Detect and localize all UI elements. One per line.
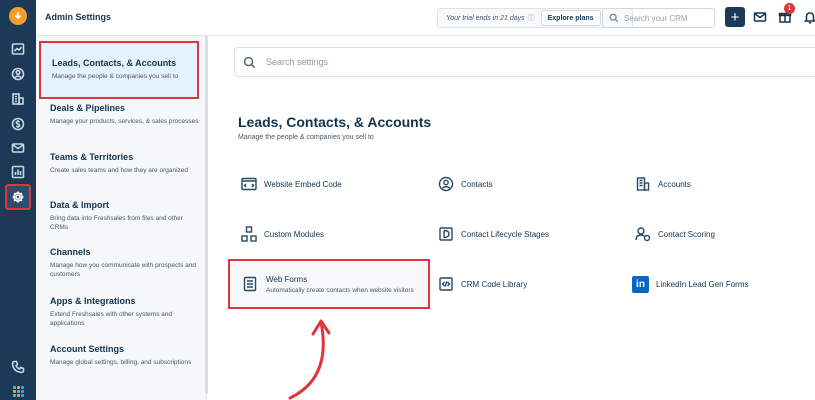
- global-search-input[interactable]: Search your CRM: [602, 8, 715, 28]
- card-label: Accounts: [658, 179, 691, 189]
- card-label: Contact Lifecycle Stages: [461, 229, 550, 239]
- building-icon: [636, 177, 650, 191]
- section-subtitle: Manage the people & companies you sell t…: [238, 134, 374, 141]
- card-label: Contacts: [461, 179, 493, 189]
- app-rail: [0, 0, 36, 400]
- search-icon: [609, 13, 619, 23]
- nav-item-title: Deals & Pipelines: [50, 103, 126, 113]
- page-title: Admin Settings: [45, 12, 112, 22]
- card-label: Contact Scoring: [658, 229, 715, 239]
- card-label: LinkedIn Lead Gen Forms: [656, 280, 749, 289]
- nav-item-desc: Bring data into Freshsales from files an…: [50, 215, 183, 231]
- contact-icon: [438, 176, 454, 192]
- nav-item-title: Account Settings: [50, 344, 125, 354]
- card-contact-lifecycle-stages[interactable]: Contact Lifecycle Stages: [438, 226, 549, 242]
- info-icon[interactable]: ⓘ: [528, 13, 535, 23]
- trial-text: Your trial ends in 21 days: [446, 14, 525, 22]
- accounts-icon[interactable]: [8, 89, 28, 109]
- modules-icon: [241, 226, 257, 242]
- card-accounts[interactable]: Accounts: [635, 176, 691, 192]
- freshsales-logo[interactable]: [9, 7, 27, 25]
- nav-item-channels[interactable]: Channels Manage how you communicate with…: [50, 246, 200, 279]
- mail-icon[interactable]: [753, 10, 767, 24]
- nav-item-desc: Create sales teams and how they are orga…: [50, 167, 189, 174]
- reports-icon[interactable]: [8, 162, 28, 182]
- card-desc: Automatically create contacts when websi…: [266, 286, 414, 294]
- card-custom-modules[interactable]: Custom Modules: [241, 226, 324, 242]
- annotation-arrow: [288, 319, 331, 400]
- settings-search-input[interactable]: Search settings: [234, 47, 815, 77]
- nav-item-title: Data & Import: [50, 200, 110, 210]
- card-crm-code-library[interactable]: CRM Code Library: [438, 276, 527, 292]
- global-search-placeholder: Search your CRM: [624, 13, 688, 23]
- bell-icon[interactable]: [803, 10, 815, 24]
- add-button[interactable]: +: [725, 7, 745, 27]
- nav-item-deals-pipelines[interactable]: Deals & Pipelines Manage your products, …: [50, 102, 200, 126]
- dashboard-icon[interactable]: [8, 39, 28, 59]
- card-website-embed-code[interactable]: Website Embed Code: [241, 176, 342, 192]
- notification-badge: 1: [784, 3, 795, 14]
- top-bar: Admin Settings Your trial ends in 21 day…: [36, 0, 815, 36]
- nav-item-desc: Extend Freshsales with other systems and…: [50, 311, 173, 327]
- nav-item-title: Apps & Integrations: [50, 296, 136, 306]
- card-label: Web Forms: [266, 274, 308, 284]
- search-icon: [243, 56, 256, 68]
- nav-item-title: Channels: [50, 247, 91, 257]
- settings-search-placeholder: Search settings: [266, 57, 329, 67]
- card-linkedin-lead-gen-forms[interactable]: in LinkedIn Lead Gen Forms: [632, 276, 749, 293]
- nav-item-teams-territories[interactable]: Teams & Territories Create sales teams a…: [50, 151, 200, 175]
- contact-scoring-icon: [635, 227, 651, 242]
- lifecycle-icon: [439, 227, 453, 241]
- code-window-icon: [241, 177, 257, 191]
- explore-plans-button[interactable]: Explore plans: [540, 10, 601, 26]
- card-label: CRM Code Library: [461, 279, 528, 289]
- card-label: Website Embed Code: [264, 179, 342, 189]
- section-title: Leads, Contacts, & Accounts: [238, 114, 432, 130]
- apps-grid-icon[interactable]: [13, 386, 24, 397]
- nav-item-desc: Manage global settings, billing, and sub…: [50, 359, 192, 366]
- deals-icon[interactable]: [8, 114, 28, 134]
- nav-item-desc: Manage your products, services, & sales …: [50, 118, 199, 125]
- card-contacts[interactable]: Contacts: [438, 176, 493, 192]
- card-contact-scoring[interactable]: Contact Scoring: [635, 226, 715, 242]
- settings-gear-icon[interactable]: [5, 184, 31, 210]
- nav-item-title: Teams & Territories: [50, 152, 134, 162]
- card-web-forms[interactable]: Web Forms Automatically create contacts …: [228, 259, 430, 309]
- code-icon: [439, 277, 453, 291]
- linkedin-icon: in: [632, 276, 649, 293]
- card-label: Custom Modules: [264, 229, 325, 239]
- form-icon: [243, 276, 257, 292]
- contacts-icon[interactable]: [8, 64, 28, 84]
- phone-icon[interactable]: [8, 357, 28, 377]
- nav-item-apps-integrations[interactable]: Apps & Integrations Extend Freshsales wi…: [50, 295, 200, 328]
- nav-item-desc: Manage the people & companies you sell t…: [52, 73, 179, 80]
- mail-icon[interactable]: [8, 138, 28, 158]
- nav-item-desc: Manage how you communicate with prospect…: [50, 262, 196, 278]
- settings-nav: Leads, Contacts, & Accounts Manage the p…: [36, 36, 207, 400]
- nav-item-account-settings[interactable]: Account Settings Manage global settings,…: [50, 343, 200, 367]
- nav-item-title: Leads, Contacts, & Accounts: [52, 58, 177, 68]
- nav-item-data-import[interactable]: Data & Import Bring data into Freshsales…: [50, 199, 200, 232]
- nav-item-leads-contacts-accounts[interactable]: Leads, Contacts, & Accounts Manage the p…: [39, 41, 199, 99]
